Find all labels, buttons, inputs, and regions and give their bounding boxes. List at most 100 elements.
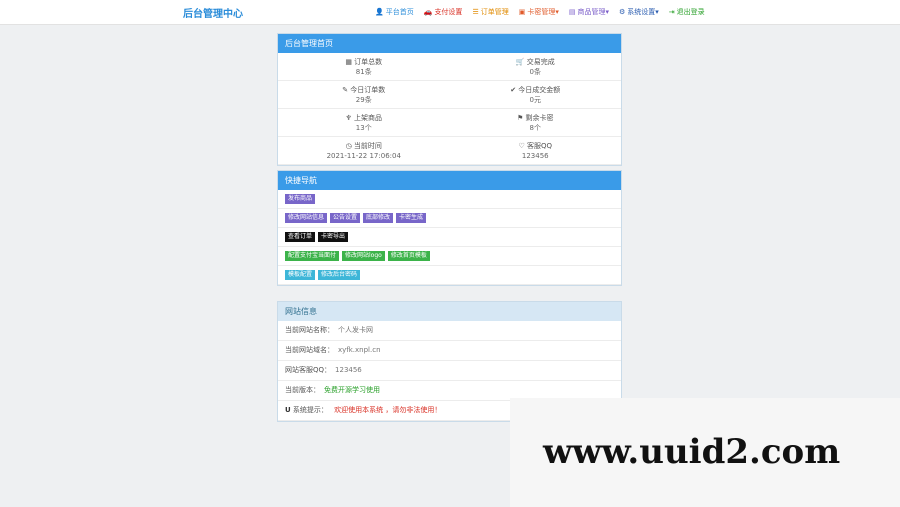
leaf-icon: ✎ <box>342 85 349 94</box>
quick-nav-row: 配置支付宝当面付 修改网站logo 修改首页模板 <box>278 247 621 266</box>
nav-item-5[interactable]: ⚙ 系统设置▾ <box>619 7 659 17</box>
nav-item-label: 退出登录 <box>676 8 705 16</box>
stat-value: 0元 <box>529 95 541 104</box>
quick-nav-button[interactable]: 公告设置 <box>330 213 361 223</box>
car-icon: 🚗 <box>423 8 433 16</box>
quick-nav-button[interactable]: 查看订单 <box>285 232 316 242</box>
stat-label: 今日成交金额 <box>518 85 561 94</box>
stat-cell: ♆ 上架商品 13个 <box>278 109 450 137</box>
heart-icon: ♡ <box>518 141 525 150</box>
stat-label: 上架商品 <box>354 113 382 122</box>
system-tip-label: 系统提示： <box>292 406 328 414</box>
stat-label: 当前时间 <box>353 141 382 150</box>
stat-cell: ▦ 订单总数 81条 <box>278 53 450 81</box>
quick-nav-row: 发布商品 <box>278 190 621 209</box>
home-panel-title: 后台管理首页 <box>278 34 621 53</box>
stat-label-row: ♆ 上架商品 <box>345 113 382 123</box>
nav-item-label: 系统设置▾ <box>627 8 659 16</box>
stat-cell: ♡ 客服QQ 123456 <box>449 137 621 165</box>
quick-nav-button[interactable]: 卡密导出 <box>318 232 349 242</box>
site-info-value: 免费开源学习使用 <box>324 386 380 394</box>
stat-cell: 🛒 交易完成 0条 <box>449 53 621 81</box>
stat-value: 0条 <box>529 67 541 76</box>
main-nav: 👤 平台首页 🚗 支付设置 ☰ 订单管理 ▣ 卡密管理▾ ▤ 商品管理▾ ⚙ 系统设置▾ ⇥ 退出登录 <box>375 7 705 17</box>
quick-nav-button[interactable]: 修改网站logo <box>342 251 385 261</box>
stat-cell: ⚑ 剩余卡密 8个 <box>449 109 621 137</box>
site-info-label: 当前网站名称： <box>285 326 334 334</box>
nav-item-2[interactable]: ☰ 订单管理 <box>472 7 508 17</box>
quick-nav-button[interactable]: 模板配置 <box>285 270 316 280</box>
site-info-row: 网站客服QQ： 123456 <box>278 361 621 381</box>
stat-label: 今日订单数 <box>350 85 386 94</box>
bar-icon: ▦ <box>345 57 352 66</box>
stat-value: 123456 <box>521 151 549 160</box>
site-info-value: 个人发卡网 <box>338 326 373 334</box>
stat-cell: ◷ 当前时间 2021-11-22 17:06:04 <box>278 137 450 165</box>
quick-nav-title: 快捷导航 <box>278 171 621 190</box>
nav-item-4[interactable]: ▤ 商品管理▾ <box>569 7 609 17</box>
top-navbar: 后台管理中心 👤 平台首页 🚗 支付设置 ☰ 订单管理 ▣ 卡密管理▾ ▤ 商品管理▾ ⚙ 系统设置▾… <box>0 0 900 25</box>
quick-nav-button[interactable]: 卡密生成 <box>396 213 427 223</box>
stats-grid: ▦ 订单总数 81条 🛒 交易完成 0条 ✎ 今日订单数 29条 ✔ 今日成交金额 0元 ♆ 上… <box>278 53 621 165</box>
brand-title[interactable]: 后台管理中心 <box>183 5 243 20</box>
gear-icon: ⚙ <box>619 8 626 16</box>
nav-item-6[interactable]: ⇥ 退出登录 <box>669 7 705 17</box>
site-info-row: 当前网站域名： xyfk.xnpl.cn <box>278 341 621 361</box>
check-icon: ✔ <box>510 85 517 94</box>
stat-label-row: ▦ 订单总数 <box>345 57 382 67</box>
user-icon: 👤 <box>375 8 384 16</box>
home-panel: 后台管理首页 ▦ 订单总数 81条 🛒 交易完成 0条 ✎ 今日订单数 29条 ✔ 今日成交… <box>277 33 622 166</box>
quick-nav-button[interactable]: 修改网站信息 <box>285 213 328 223</box>
stat-cell: ✔ 今日成交金额 0元 <box>449 81 621 109</box>
nav-item-label: 商品管理▾ <box>577 8 609 16</box>
stat-value: 2021-11-22 17:06:04 <box>326 151 401 160</box>
quick-nav-button[interactable]: 修改后台密码 <box>318 270 361 280</box>
stat-label-row: 🛒 交易完成 <box>516 57 555 67</box>
site-info-value: 123456 <box>335 366 362 374</box>
stat-label: 订单总数 <box>354 57 383 66</box>
cart-icon: 🛒 <box>515 57 525 66</box>
quick-nav-row: 查看订单 卡密导出 <box>278 228 621 247</box>
quick-nav-panel: 快捷导航 发布商品 修改网站信息 公告设置 底部修改 卡密生成 查看订单 卡密导出 配置支付宝… <box>277 170 622 286</box>
book-icon: ▤ <box>568 8 576 16</box>
list-icon: ☰ <box>472 8 479 16</box>
nav-item-label: 订单管理 <box>480 8 509 16</box>
site-info-label: 当前网站域名： <box>285 346 334 354</box>
stat-label-row: ✎ 今日订单数 <box>342 85 385 95</box>
quick-nav-button[interactable]: 修改首页模板 <box>387 251 430 261</box>
site-info-label: 当前版本： <box>285 386 320 394</box>
quick-nav-row: 模板配置 修改后台密码 <box>278 266 621 285</box>
site-info-row: 当前网站名称： 个人发卡网 <box>278 321 621 341</box>
quick-nav-row: 修改网站信息 公告设置 底部修改 卡密生成 <box>278 209 621 228</box>
site-info-body: 当前网站名称： 个人发卡网当前网站域名： xyfk.xnpl.cn 网站客服QQ： 12… <box>278 321 621 401</box>
nav-item-1[interactable]: 🚗 支付设置 <box>424 7 463 17</box>
nav-item-0[interactable]: 👤 平台首页 <box>375 7 414 17</box>
nav-item-label: 支付设置 <box>434 8 463 16</box>
exit-icon: ⇥ <box>668 8 675 16</box>
quick-nav-button[interactable]: 发布商品 <box>285 194 316 204</box>
stat-cell: ✎ 今日订单数 29条 <box>278 81 450 109</box>
stat-label: 客服QQ <box>526 141 553 150</box>
stat-label-row: ◷ 当前时间 <box>346 141 382 151</box>
quick-nav-button[interactable]: 配置支付宝当面付 <box>285 251 340 261</box>
nav-item-label: 卡密管理▾ <box>527 8 559 16</box>
stat-value: 29条 <box>355 95 372 104</box>
stat-value: 81条 <box>355 67 372 76</box>
stat-label: 交易完成 <box>526 57 555 66</box>
mic-icon: ♆ <box>345 113 352 122</box>
tag-icon: ⚑ <box>516 113 524 122</box>
system-tip-value: 欢迎使用本系统 ，请勿非法使用！ <box>334 406 442 414</box>
stat-value: 13个 <box>355 123 372 132</box>
site-info-value: xyfk.xnpl.cn <box>338 346 381 354</box>
stat-label-row: ⚑ 剩余卡密 <box>517 113 554 123</box>
info-icon: U <box>285 406 291 414</box>
quick-nav-body: 发布商品 修改网站信息 公告设置 底部修改 卡密生成 查看订单 卡密导出 配置支付宝当面付 修改… <box>278 190 621 285</box>
stat-value: 8个 <box>529 123 541 132</box>
clock-icon: ◷ <box>345 141 352 150</box>
nav-item-3[interactable]: ▣ 卡密管理▾ <box>519 7 559 17</box>
watermark-text: www.uuid2.com <box>543 432 841 472</box>
site-info-title: 网站信息 <box>278 302 621 321</box>
quick-nav-button[interactable]: 底部修改 <box>363 213 394 223</box>
stat-label: 剩余卡密 <box>525 113 554 122</box>
stat-label-row: ♡ 客服QQ <box>518 141 552 151</box>
